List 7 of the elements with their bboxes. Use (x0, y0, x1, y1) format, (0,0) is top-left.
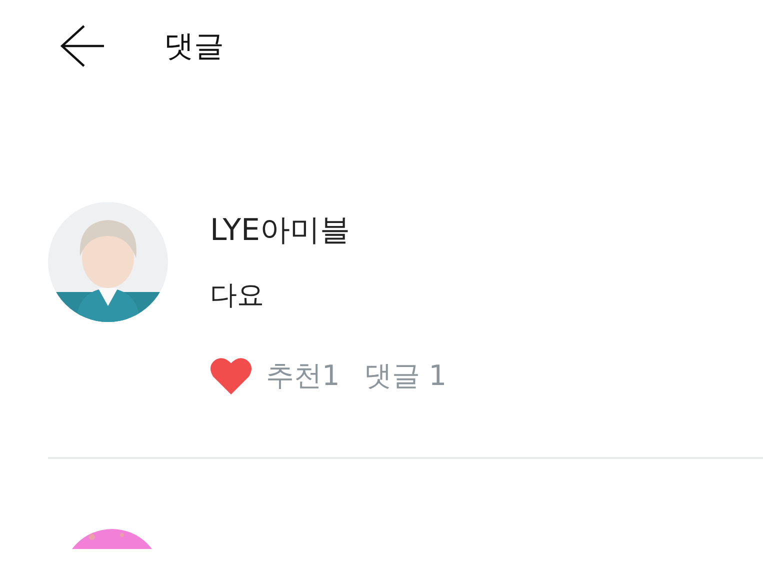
reply-count[interactable]: 댓글 1 (364, 357, 447, 395)
comment-text: 다요 (210, 279, 265, 313)
comment-author: LYE아미블 (210, 212, 352, 250)
like-count: 추천1 (266, 358, 340, 394)
screen-title: 댓글 (164, 28, 224, 66)
heart-icon[interactable] (210, 357, 252, 395)
back-arrow-icon (58, 22, 106, 70)
